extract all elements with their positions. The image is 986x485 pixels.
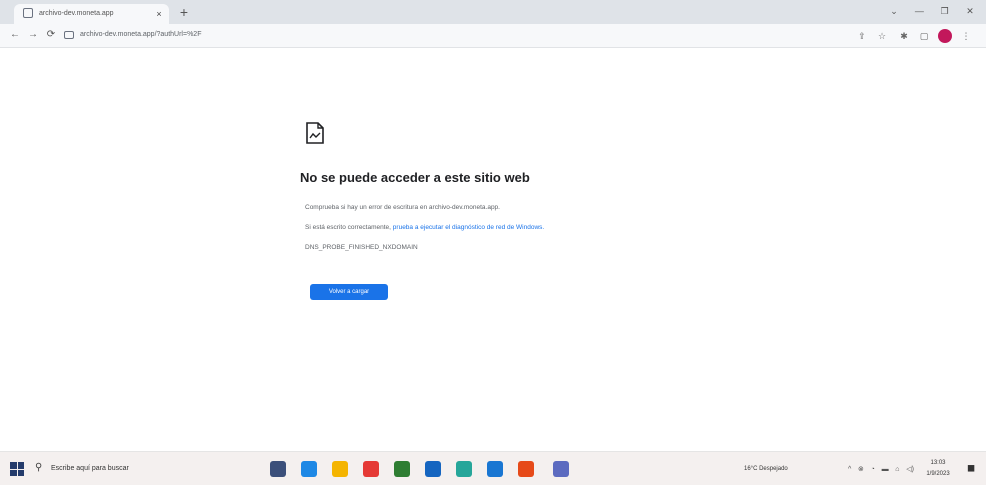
- toolbar-right-icons: ⇪ ☆ ✱ ▢ ⋮: [856, 28, 976, 44]
- broken-document-icon: [306, 122, 324, 144]
- error-title: No se puede acceder a este sitio web: [300, 170, 530, 185]
- windows-start-icon[interactable]: [10, 462, 24, 476]
- app-red-icon[interactable]: [363, 461, 379, 477]
- chrome-icon[interactable]: [518, 461, 534, 477]
- profile-avatar[interactable]: [938, 29, 952, 43]
- tab-title: archivo-dev.moneta.app: [39, 10, 114, 17]
- search-input[interactable]: Escribe aquí para buscar: [51, 462, 231, 476]
- minimize-button[interactable]: —: [909, 6, 929, 16]
- error-hint-prefix: Si está escrito correctamente,: [305, 224, 391, 231]
- weather-widget[interactable]: 16°C Despejado: [744, 462, 844, 476]
- store-icon[interactable]: [456, 461, 472, 477]
- share-icon[interactable]: ⇪: [856, 30, 868, 42]
- run-network-diagnostics-link[interactable]: prueba a ejecutar el diagnóstico de red …: [393, 224, 544, 231]
- search-icon: ⚲: [35, 462, 43, 473]
- task-view-icon[interactable]: [270, 461, 286, 477]
- system-tray: ^ ⊗ ◔ ▬ ⌂ ◁): [848, 461, 914, 477]
- tray-overflow-icon[interactable]: ^: [848, 466, 851, 473]
- split-view-icon[interactable]: ▢: [918, 30, 930, 42]
- bookmark-star-icon[interactable]: ☆: [876, 30, 888, 42]
- teams-icon[interactable]: [394, 461, 410, 477]
- browser-toolbar: ← → ⟳ archivo-dev.moneta.app/?authUrl=%2…: [0, 24, 986, 48]
- window-controls: ⌄ — ❐ ✕: [884, 3, 980, 19]
- tab-search-icon[interactable]: ⌄: [884, 6, 904, 17]
- taskbar-search[interactable]: ⚲ Escribe aquí para buscar: [33, 460, 241, 478]
- tray-app-icon[interactable]: ⊗: [858, 465, 864, 473]
- taskbar-clock[interactable]: 13:03 1/9/2023: [918, 458, 958, 480]
- reload-page-button[interactable]: Volver a cargar: [310, 284, 388, 300]
- error-hint-spelling: Comprueba si hay un error de escritura e…: [305, 204, 500, 211]
- page-favicon-icon: [23, 8, 33, 18]
- menu-icon[interactable]: ⋮: [960, 30, 972, 42]
- reload-button[interactable]: ⟳: [44, 28, 58, 42]
- file-explorer-icon[interactable]: [332, 461, 348, 477]
- clock-time: 13:03: [930, 460, 946, 466]
- site-info-icon[interactable]: [64, 31, 74, 39]
- back-button[interactable]: ←: [8, 28, 22, 42]
- close-window-button[interactable]: ✕: [960, 6, 980, 17]
- vscode-icon[interactable]: [487, 461, 503, 477]
- edge-icon[interactable]: [301, 461, 317, 477]
- page-content: No se puede acceder a este sitio web Com…: [0, 48, 986, 451]
- taskbar: ⚲ Escribe aquí para buscar 16°C Despejad…: [0, 451, 986, 485]
- restore-button[interactable]: ❐: [935, 6, 955, 17]
- browser-tab[interactable]: archivo-dev.moneta.app ×: [14, 4, 169, 24]
- tray-sync-icon[interactable]: ◔: [871, 466, 875, 473]
- new-tab-button[interactable]: +: [176, 4, 192, 20]
- address-bar[interactable]: archivo-dev.moneta.app/?authUrl=%2F: [80, 29, 600, 41]
- volume-icon[interactable]: ◁): [906, 465, 914, 473]
- app-window-icon[interactable]: [553, 461, 569, 477]
- browser-tab-bar: archivo-dev.moneta.app × + ⌄ — ❐ ✕: [0, 0, 986, 24]
- close-tab-icon[interactable]: ×: [153, 8, 165, 20]
- notification-icon[interactable]: ◼: [964, 462, 978, 476]
- error-code: DNS_PROBE_FINISHED_NXDOMAIN: [305, 244, 418, 251]
- forward-button[interactable]: →: [26, 28, 40, 42]
- extensions-icon[interactable]: ✱: [898, 30, 910, 42]
- clock-date: 1/9/2023: [926, 471, 950, 477]
- network-icon[interactable]: ⌂: [895, 466, 899, 473]
- error-hint-diagnostics: Si está escrito correctamente, prueba a …: [305, 222, 725, 234]
- outlook-icon[interactable]: [425, 461, 441, 477]
- battery-icon[interactable]: ▬: [882, 466, 889, 473]
